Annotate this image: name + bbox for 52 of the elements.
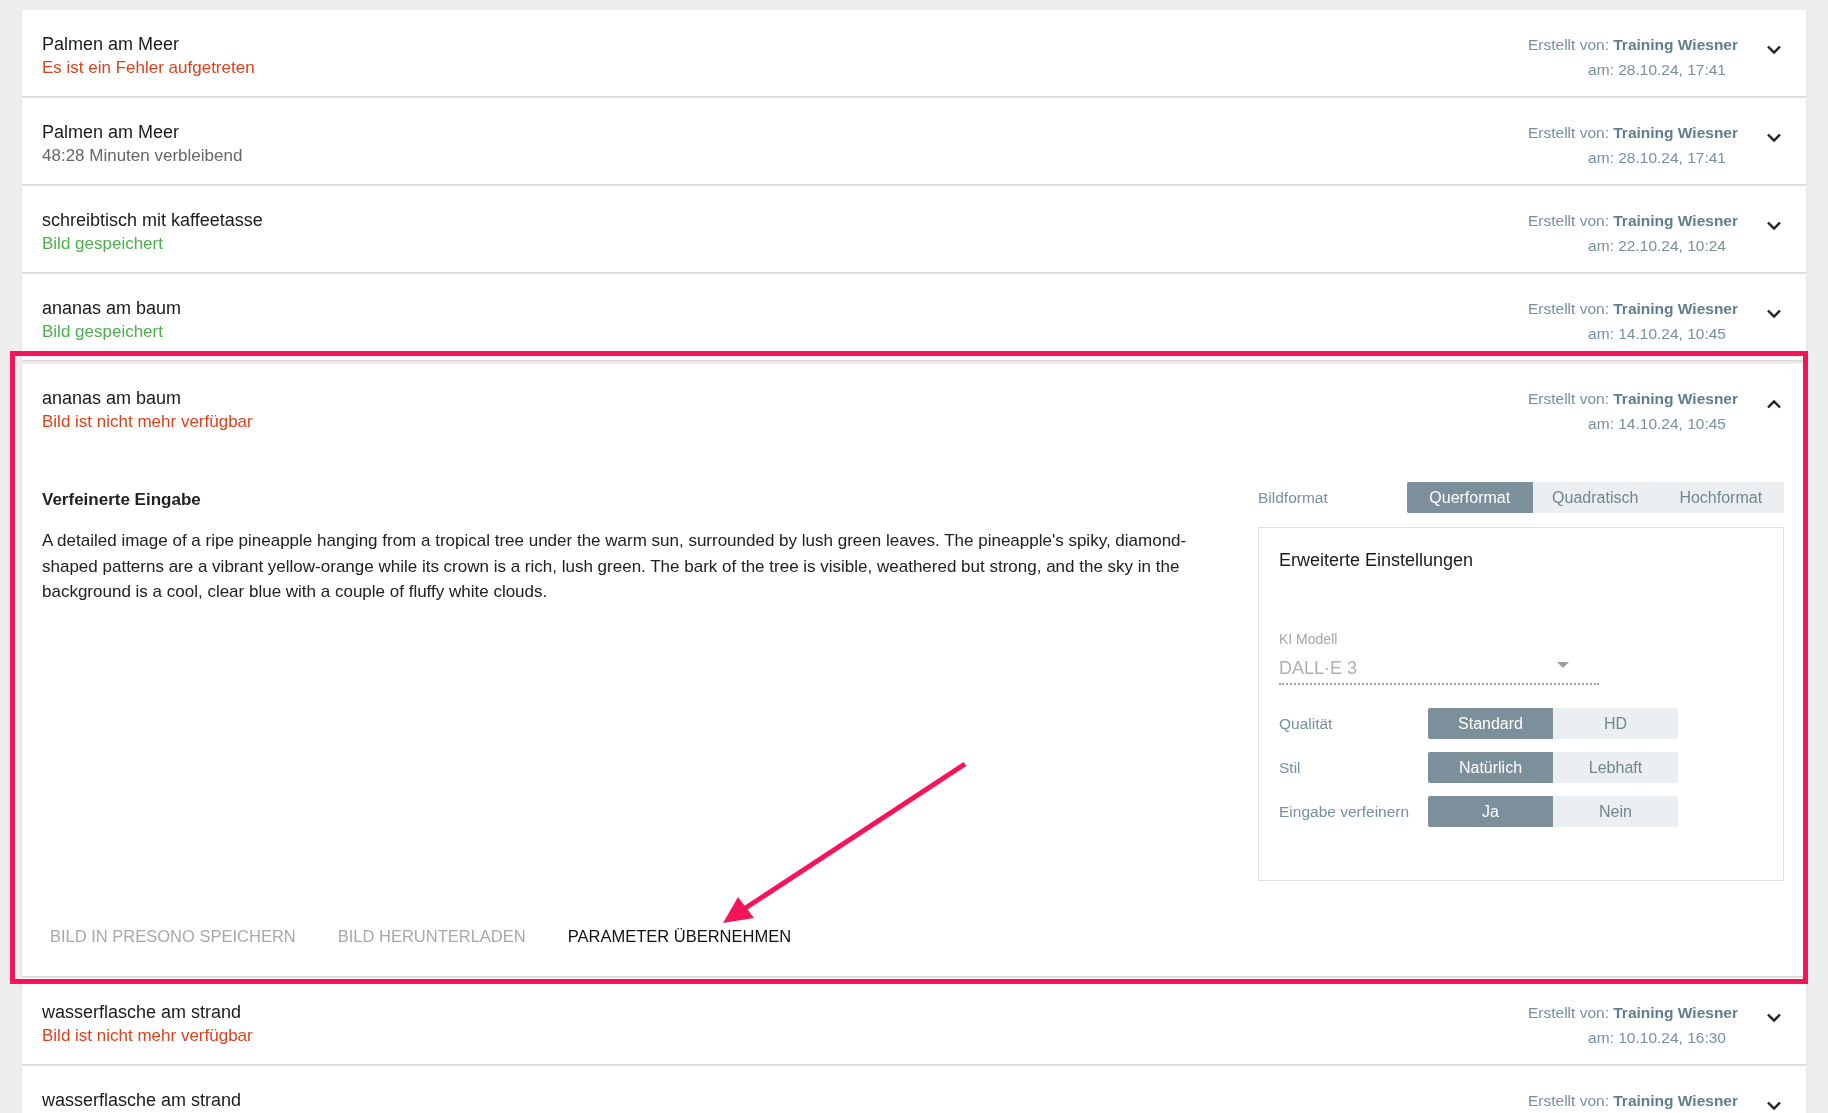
- item-title: schreibtisch mit kaffeetasse: [42, 209, 264, 232]
- creator-text: Erstellt von: Training Wiesner: [1527, 299, 1738, 319]
- setting-option[interactable]: Ja: [1428, 796, 1553, 827]
- setting-option[interactable]: Natürlich: [1428, 752, 1553, 783]
- setting-option[interactable]: Lebhaft: [1553, 752, 1678, 783]
- prompt-text: A detailed image of a ripe pineapple hanging from a tropical tree under the warm sun, surrounded by lush green leaves. The pineapple's spiky, diamond-shaped patterns are a vibrant yellow-orange while its crown is a rich, lush green. The bark of the tree is visible, weathered but strong, and the sky in the background is a cool, clear blue with a couple of fluffy white clouds.: [42, 530, 1188, 604]
- setting-label: Stil: [1279, 758, 1302, 777]
- creator-text: Erstellt von: Training Wiesner: [1527, 1003, 1738, 1023]
- format-option[interactable]: Hochformat: [1658, 482, 1784, 513]
- format-option[interactable]: Quadratisch: [1532, 482, 1658, 513]
- chevron-down-icon[interactable]: [1766, 1013, 1782, 1023]
- format-option[interactable]: Querformat: [1407, 482, 1533, 513]
- chevron-down-icon[interactable]: [1766, 221, 1782, 231]
- item-title: ananas am baum: [42, 387, 183, 410]
- action-button[interactable]: PARAMETER ÜBERNEHMEN: [557, 919, 802, 954]
- settings-title: Erweiterte Einstellungen: [1279, 550, 1475, 571]
- date-text: am: 14.10.24, 10:45: [1587, 324, 1727, 344]
- item-title: Palmen am Meer: [42, 33, 181, 56]
- setting-label: Qualität: [1279, 714, 1334, 733]
- chevron-down-icon[interactable]: [1766, 1101, 1782, 1111]
- item-title: Palmen am Meer: [42, 121, 181, 144]
- date-text: am: 14.10.24, 10:45: [1587, 414, 1727, 434]
- item-title: ananas am baum: [42, 297, 183, 320]
- date-text: am: 22.10.24, 10:24: [1587, 236, 1727, 256]
- setting-option[interactable]: HD: [1553, 708, 1678, 739]
- status-text: 48:28 Minuten verbleibend: [42, 145, 244, 167]
- format-label: Bildformat: [1258, 488, 1329, 507]
- dropdown-caret-icon: [1557, 662, 1569, 668]
- chevron-down-icon[interactable]: [1766, 45, 1782, 55]
- status-text: Bild gespeichert: [42, 233, 164, 255]
- chevron-down-icon[interactable]: [1766, 133, 1782, 143]
- status-text: Bild ist nicht mehr verfügbar: [42, 411, 254, 433]
- status-text: Bild gespeichert: [42, 321, 164, 343]
- status-text: Es ist ein Fehler aufgetreten: [42, 57, 256, 79]
- item-title: wasserflasche am strand: [42, 1001, 243, 1024]
- creator-text: Erstellt von: Training Wiesner: [1527, 211, 1738, 231]
- setting-label: Eingabe verfeinern: [1279, 802, 1411, 821]
- date-text: am: 10.10.24, 16:30: [1587, 1028, 1727, 1048]
- section-heading: Verfeinerte Eingabe: [42, 490, 202, 510]
- date-text: am: 28.10.24, 17:41: [1587, 148, 1727, 168]
- date-text: am: 28.10.24, 17:41: [1587, 60, 1727, 80]
- chevron-up-icon[interactable]: [1766, 399, 1782, 409]
- item-title: wasserflasche am strand: [42, 1089, 243, 1112]
- status-text: Bild ist nicht mehr verfügbar: [42, 1025, 254, 1047]
- setting-option[interactable]: Standard: [1428, 708, 1553, 739]
- creator-text: Erstellt von: Training Wiesner: [1527, 1091, 1738, 1111]
- creator-text: Erstellt von: Training Wiesner: [1527, 389, 1738, 409]
- creator-text: Erstellt von: Training Wiesner: [1527, 123, 1738, 143]
- creator-text: Erstellt von: Training Wiesner: [1527, 35, 1738, 55]
- field-label: KI Modell: [1279, 631, 1339, 647]
- chevron-down-icon[interactable]: [1766, 309, 1782, 319]
- setting-option[interactable]: Nein: [1553, 796, 1678, 827]
